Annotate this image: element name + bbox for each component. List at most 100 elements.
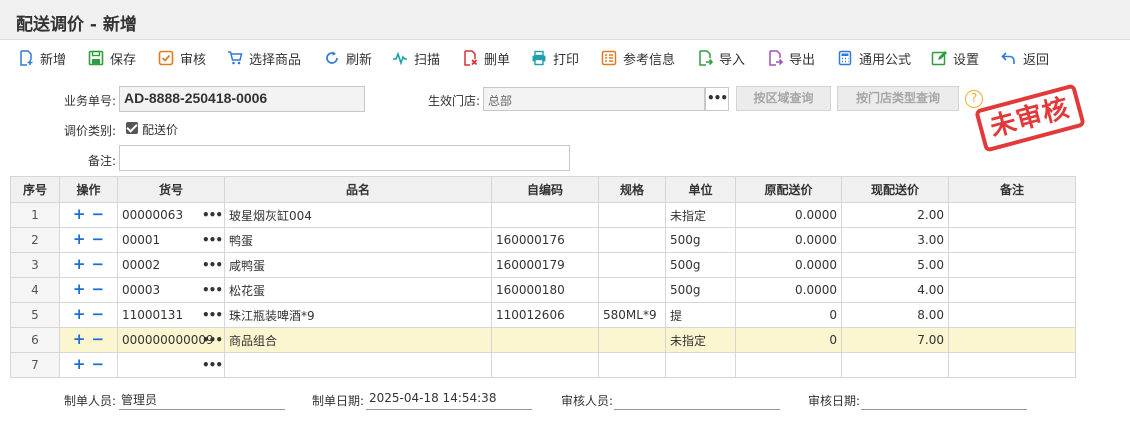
remark-input[interactable] (119, 145, 570, 171)
row-new-price[interactable] (841, 352, 949, 378)
row-new-price[interactable]: 7.00 (841, 327, 949, 353)
remove-row-icon[interactable]: − (92, 257, 105, 272)
row-remark[interactable] (948, 277, 1076, 303)
row-remark[interactable] (948, 202, 1076, 228)
table-row[interactable]: 4 + − 00003 ••• 松花蛋 160000180 500g 0.0000 … (10, 277, 1076, 303)
code-picker-icon[interactable]: ••• (202, 208, 223, 222)
settings-button[interactable]: 设置 (931, 48, 979, 68)
row-unit[interactable]: 500g (665, 277, 736, 303)
row-selfcode[interactable] (491, 202, 599, 228)
remove-row-icon[interactable]: − (92, 282, 105, 297)
row-code-cell[interactable]: 00003 ••• (117, 277, 225, 303)
add-row-icon[interactable]: + (73, 307, 86, 322)
row-old-price[interactable] (735, 352, 842, 378)
row-old-price[interactable]: 0.0000 (735, 277, 842, 303)
row-unit[interactable]: 500g (665, 252, 736, 278)
row-new-price[interactable]: 3.00 (841, 227, 949, 253)
save-button[interactable]: 保存 (88, 48, 136, 68)
row-old-price[interactable]: 0.0000 (735, 202, 842, 228)
col-header-code[interactable]: 货号 (117, 176, 225, 203)
row-name[interactable]: 商品组合 (224, 327, 492, 353)
order-no-field[interactable]: AD-8888-250418-0006 (119, 86, 365, 112)
row-old-price[interactable]: 0.0000 (735, 252, 842, 278)
col-header-name[interactable]: 品名 (224, 176, 492, 203)
export-button[interactable]: 导出 (767, 48, 815, 68)
row-code-cell[interactable]: 11000131 ••• (117, 302, 225, 328)
remove-row-icon[interactable]: − (92, 307, 105, 322)
print-button[interactable]: 打印 (531, 48, 579, 68)
remove-row-icon[interactable]: − (92, 332, 105, 347)
col-header-spec[interactable]: 规格 (598, 176, 666, 203)
row-remark[interactable] (948, 227, 1076, 253)
col-header-remark[interactable]: 备注 (948, 176, 1076, 203)
scan-button[interactable]: 扫描 (392, 48, 440, 68)
row-unit[interactable] (665, 352, 736, 378)
row-name[interactable]: 鸭蛋 (224, 227, 492, 253)
row-new-price[interactable]: 5.00 (841, 252, 949, 278)
add-row-icon[interactable]: + (73, 332, 86, 347)
row-selfcode[interactable] (491, 352, 599, 378)
row-selfcode[interactable]: 160000176 (491, 227, 599, 253)
table-row[interactable]: 7 + − ••• (10, 352, 1076, 378)
table-row[interactable]: 5 + − 11000131 ••• 珠江瓶装啤酒*9 110012606 580M… (10, 302, 1076, 328)
row-name[interactable]: 松花蛋 (224, 277, 492, 303)
add-row-icon[interactable]: + (73, 257, 86, 272)
row-spec[interactable] (598, 202, 666, 228)
add-row-icon[interactable]: + (73, 207, 86, 222)
row-old-price[interactable]: 0.0000 (735, 227, 842, 253)
row-code-cell[interactable]: ••• (117, 352, 225, 378)
row-name[interactable]: 玻星烟灰缸004 (224, 202, 492, 228)
row-spec[interactable] (598, 277, 666, 303)
code-picker-icon[interactable]: ••• (202, 233, 223, 247)
row-spec[interactable] (598, 327, 666, 353)
row-code-cell[interactable]: 00000063 ••• (117, 202, 225, 228)
row-new-price[interactable]: 2.00 (841, 202, 949, 228)
add-row-icon[interactable]: + (73, 232, 86, 247)
table-row[interactable]: 1 + − 00000063 ••• 玻星烟灰缸004 未指定 0.0000 2.0… (10, 202, 1076, 228)
row-unit[interactable]: 提 (665, 302, 736, 328)
row-unit[interactable]: 500g (665, 227, 736, 253)
formula-button[interactable]: 通用公式 (837, 48, 911, 68)
row-unit[interactable]: 未指定 (665, 202, 736, 228)
category-checkbox[interactable] (126, 122, 138, 134)
approve-button[interactable]: 审核 (158, 48, 206, 68)
row-name[interactable]: 珠江瓶装啤酒*9 (224, 302, 492, 328)
table-row-selected[interactable]: 6 + − 000000000009 ••• 商品组合 未指定 0 7.00 (10, 327, 1076, 353)
row-code-cell[interactable]: 00002 ••• (117, 252, 225, 278)
row-code-cell[interactable]: 00001 ••• (117, 227, 225, 253)
help-icon[interactable]: ? (965, 90, 983, 108)
store-field[interactable]: 总部 (483, 87, 705, 111)
reference-info-button[interactable]: 参考信息 (601, 48, 675, 68)
code-picker-icon[interactable]: ••• (202, 333, 223, 347)
code-picker-icon[interactable]: ••• (202, 358, 223, 372)
row-remark[interactable] (948, 352, 1076, 378)
store-picker-button[interactable]: ••• (705, 87, 729, 111)
code-picker-icon[interactable]: ••• (202, 283, 223, 297)
select-goods-button[interactable]: 选择商品 (227, 48, 301, 68)
row-selfcode[interactable]: 110012606 (491, 302, 599, 328)
code-picker-icon[interactable]: ••• (202, 258, 223, 272)
add-row-icon[interactable]: + (73, 282, 86, 297)
row-spec[interactable] (598, 227, 666, 253)
row-new-price[interactable]: 4.00 (841, 277, 949, 303)
row-remark[interactable] (948, 302, 1076, 328)
row-name[interactable] (224, 352, 492, 378)
row-spec[interactable]: 580ML*9 (598, 302, 666, 328)
query-by-store-type-button[interactable]: 按门店类型查询 (837, 86, 959, 111)
row-code-cell[interactable]: 000000000009 ••• (117, 327, 225, 353)
row-name[interactable]: 咸鸭蛋 (224, 252, 492, 278)
row-old-price[interactable]: 0 (735, 302, 842, 328)
row-remark[interactable] (948, 327, 1076, 353)
table-row[interactable]: 2 + − 00001 ••• 鸭蛋 160000176 500g 0.0000 3… (10, 227, 1076, 253)
row-selfcode[interactable]: 160000180 (491, 277, 599, 303)
row-selfcode[interactable] (491, 327, 599, 353)
remove-row-icon[interactable]: − (92, 357, 105, 372)
col-header-selfcode[interactable]: 自编码 (491, 176, 599, 203)
table-row[interactable]: 3 + − 00002 ••• 咸鸭蛋 160000179 500g 0.0000 … (10, 252, 1076, 278)
code-picker-icon[interactable]: ••• (202, 308, 223, 322)
query-by-region-button[interactable]: 按区域查询 (736, 86, 831, 111)
import-button[interactable]: 导入 (697, 48, 745, 68)
remove-row-icon[interactable]: − (92, 207, 105, 222)
row-spec[interactable] (598, 252, 666, 278)
refresh-button[interactable]: 刷新 (324, 48, 372, 68)
